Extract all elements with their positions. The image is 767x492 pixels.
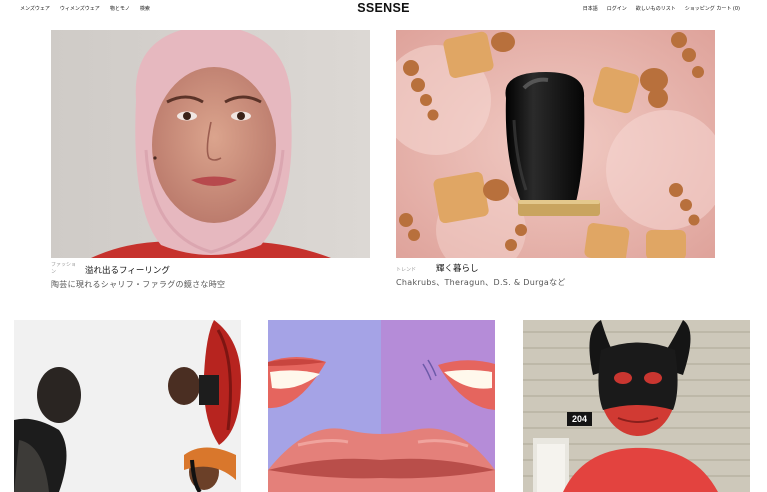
account-nav: 日本語 ログイン 欲しいものリスト ショッピング カート (0)	[583, 5, 740, 12]
feature-category: ファッション	[51, 262, 77, 275]
feature-title[interactable]: 輝く暮らし	[436, 262, 479, 274]
feature-image-objects[interactable]	[396, 30, 715, 258]
editorial-tile-mask[interactable]: 204	[523, 320, 750, 492]
wishlist-link[interactable]: 欲しいものリスト	[636, 5, 676, 12]
editorial-tile-lips[interactable]	[268, 320, 495, 492]
login-link[interactable]: ログイン	[607, 5, 627, 12]
language-link[interactable]: 日本語	[583, 5, 598, 12]
shopping-bag-link[interactable]: ショッピング カート (0)	[685, 5, 740, 12]
feature-subtitle: Chakrubs、Theragun、D.S. & Durgaなど	[396, 278, 566, 287]
feature-caption-1[interactable]: ファッション 溢れ出るフィーリング 陶芸に現れるシャリフ・ファラグの鏡さな時空	[51, 262, 370, 290]
top-navigation-bar: メンズウェア ウィメンズウェア 物とモノ 検索 SSENSE 日本語 ログイン …	[0, 0, 767, 18]
feature-category: トレンド	[396, 267, 417, 273]
feature-image-portrait[interactable]	[51, 30, 370, 258]
feature-caption-2[interactable]: トレンド 輝く暮らし Chakrubs、Theragun、D.S. & Durg…	[396, 262, 715, 288]
house-number: 204	[571, 414, 588, 424]
editorial-tile-figures[interactable]	[14, 320, 241, 492]
feature-subtitle: 陶芸に現れるシャリフ・ファラグの鏡さな時空	[51, 280, 226, 289]
house-number-plate: 204	[567, 412, 592, 426]
feature-title[interactable]: 溢れ出るフィーリング	[85, 264, 170, 276]
